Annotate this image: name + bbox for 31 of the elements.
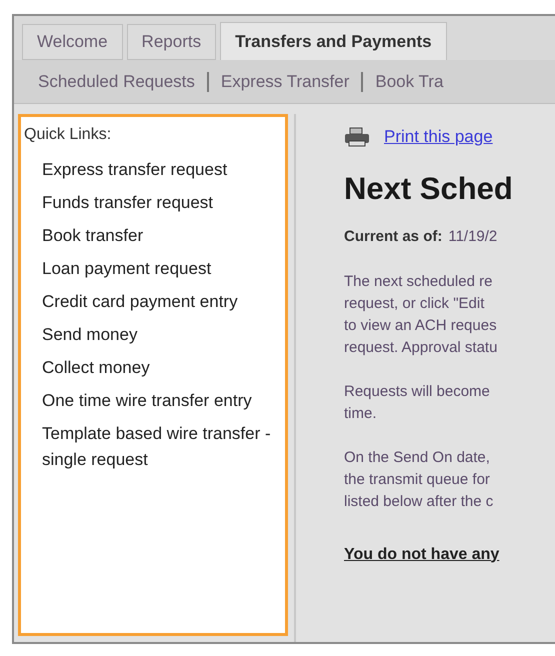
sub-navigation-link[interactable]: Book Tra — [375, 68, 444, 94]
print-link[interactable]: Print this page — [384, 124, 493, 150]
quick-links-title: Quick Links: — [24, 125, 112, 145]
quick-link[interactable]: One time wire transfer entry — [42, 388, 272, 414]
paragraph-line: request. Approval statu — [344, 338, 498, 358]
printer-icon — [344, 126, 370, 147]
quick-link[interactable]: Send money — [42, 322, 272, 348]
page-heading: Next Sched — [344, 170, 513, 208]
paragraph-line: the transmit queue for — [344, 470, 491, 490]
tab[interactable]: Reports — [126, 24, 216, 60]
tab[interactable]: Welcome — [22, 24, 123, 60]
quick-link[interactable]: Collect money — [42, 355, 272, 381]
sub-navigation-link[interactable]: Scheduled Requests — [38, 68, 195, 94]
paragraph-line: On the Send On date, — [344, 448, 491, 468]
paragraph-line: time. — [344, 404, 378, 424]
paragraph-line: to view an ACH reques — [344, 316, 498, 336]
current-as-of-label: Current as of: — [344, 227, 442, 247]
current-as-of-value: 11/19/2 — [448, 227, 498, 247]
quick-link[interactable]: Template based wire transfer - single request — [42, 421, 272, 473]
paragraph-line: listed below after the c — [344, 492, 494, 512]
notice-text: You do not have any — [344, 544, 500, 564]
quick-link[interactable]: Loan payment request — [42, 256, 272, 282]
paragraph-line: Requests will become — [344, 382, 491, 402]
quick-link[interactable]: Funds transfer request — [42, 190, 272, 216]
quick-link[interactable]: Express transfer request — [42, 157, 272, 183]
quick-link[interactable]: Credit card payment entry — [42, 289, 272, 315]
paragraph-line: request, or click "Edit — [344, 294, 486, 314]
sub-navigation-link[interactable]: Express Transfer — [220, 68, 350, 94]
tab[interactable]: Transfers and Payments — [220, 22, 447, 60]
quick-link[interactable]: Book transfer — [42, 223, 272, 249]
paragraph-line: The next scheduled re — [344, 272, 494, 292]
